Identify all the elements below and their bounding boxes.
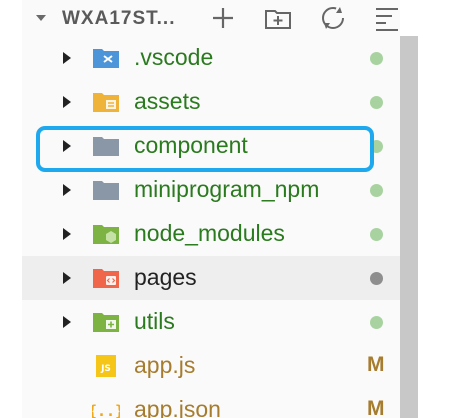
utils-folder-icon	[93, 313, 119, 332]
tree-item-label: .vscode	[134, 44, 214, 70]
tree-item-app-json[interactable]: {..} app.json M	[22, 388, 400, 418]
tree-item-label: assets	[134, 88, 201, 114]
tree-item-miniprogram-npm[interactable]: miniprogram_npm	[22, 168, 400, 212]
node-folder-icon	[93, 225, 119, 244]
vscode-folder-icon	[93, 49, 119, 68]
scrollbar-thumb[interactable]	[400, 36, 418, 418]
chevron-right-icon[interactable]	[62, 52, 72, 64]
collapse-all-icon[interactable]	[372, 3, 402, 33]
component-highlight-box	[36, 126, 374, 172]
tree-item-label: app.json	[134, 396, 221, 418]
new-folder-icon[interactable]	[263, 3, 293, 33]
tree-item-app-js[interactable]: JS app.js M	[22, 344, 400, 388]
tree-item-label: miniprogram_npm	[134, 176, 320, 202]
chevron-right-icon[interactable]	[62, 184, 72, 196]
git-modified-badge: M	[367, 397, 385, 418]
git-status-dot	[370, 52, 383, 65]
tree-item-pages[interactable]: pages	[22, 256, 400, 300]
git-status-dot	[370, 316, 383, 329]
project-title[interactable]: WXA17ST...	[62, 8, 175, 30]
svg-text:JS: JS	[100, 364, 111, 374]
chevron-down-icon[interactable]	[34, 11, 48, 25]
tree-item-node-modules[interactable]: node_modules	[22, 212, 400, 256]
git-modified-badge: M	[367, 353, 385, 376]
git-status-dot	[370, 96, 383, 109]
chevron-right-icon[interactable]	[62, 316, 72, 328]
tree-item-assets[interactable]: assets	[22, 80, 400, 124]
tree-item-label: app.js	[134, 352, 196, 378]
tree-item-label: node_modules	[134, 220, 285, 246]
git-status-dot	[370, 272, 383, 285]
svg-text:{..}: {..}	[92, 402, 120, 418]
explorer-panel: WXA17ST... .vscode assets component mini…	[22, 0, 400, 418]
explorer-header: WXA17ST...	[22, 0, 400, 36]
json-file-icon: {..}	[92, 402, 120, 418]
new-file-icon[interactable]	[208, 3, 238, 33]
assets-folder-icon	[93, 93, 119, 112]
pages-folder-icon	[93, 269, 119, 288]
chevron-right-icon[interactable]	[62, 228, 72, 240]
tree-item-vscode[interactable]: .vscode	[22, 36, 400, 80]
git-status-dot	[370, 228, 383, 241]
folder-icon	[93, 181, 119, 200]
js-file-icon: JS	[96, 355, 116, 377]
tree-item-utils[interactable]: utils	[22, 300, 400, 344]
tree-item-label: pages	[134, 264, 197, 290]
git-status-dot	[370, 184, 383, 197]
chevron-right-icon[interactable]	[62, 272, 72, 284]
chevron-right-icon[interactable]	[62, 96, 72, 108]
tree-item-label: utils	[134, 308, 175, 334]
refresh-icon[interactable]	[318, 3, 348, 33]
